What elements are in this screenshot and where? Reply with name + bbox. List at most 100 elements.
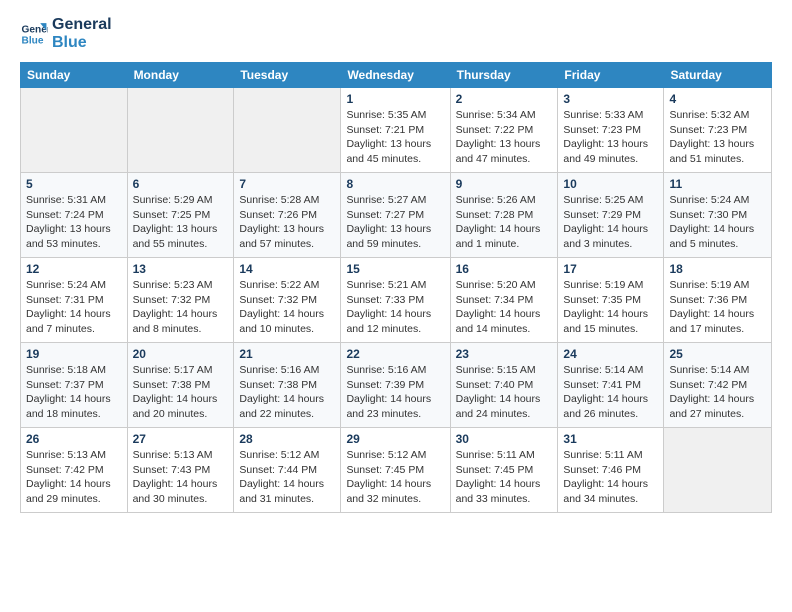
day-number: 15 (346, 262, 444, 276)
day-info: Sunrise: 5:16 AMSunset: 7:39 PMDaylight:… (346, 363, 444, 422)
day-cell: 6 Sunrise: 5:29 AMSunset: 7:25 PMDaylight… (127, 173, 234, 258)
day-cell: 7Sunrise: 5:28 AMSunset: 7:26 PMDaylight… (234, 173, 341, 258)
week-row-2: 5 Sunrise: 5:31 AMSunset: 7:24 PMDaylight… (21, 173, 772, 258)
logo-text-line2: Blue (52, 34, 112, 52)
day-info: Sunrise: 5:14 AMSunset: 7:42 PMDaylight:… (669, 363, 766, 422)
day-number: 17 (563, 262, 658, 276)
day-info: Sunrise: 5:18 AMSunset: 7:37 PMDaylight:… (26, 363, 122, 422)
day-number: 27 (133, 432, 229, 446)
day-cell (127, 88, 234, 173)
header: General Blue General Blue (20, 16, 772, 52)
day-cell: 4 Sunrise: 5:32 AMSunset: 7:23 PMDaylight… (664, 88, 772, 173)
day-number: 14 (239, 262, 335, 276)
day-cell: 12 Sunrise: 5:24 AMSunset: 7:31 PMDayligh… (21, 258, 128, 343)
week-row-3: 12 Sunrise: 5:24 AMSunset: 7:31 PMDayligh… (21, 258, 772, 343)
day-info: Sunrise: 5:34 AMSunset: 7:22 PMDaylight:… (456, 108, 553, 167)
day-number: 6 (133, 177, 229, 191)
day-cell: 27Sunrise: 5:13 AMSunset: 7:43 PMDayligh… (127, 428, 234, 513)
day-info: Sunrise: 5:24 AMSunset: 7:30 PMDaylight:… (669, 193, 766, 252)
day-cell: 2Sunrise: 5:34 AMSunset: 7:22 PMDaylight… (450, 88, 558, 173)
day-number: 4 (669, 92, 766, 106)
day-number: 8 (346, 177, 444, 191)
day-info: Sunrise: 5:23 AMSunset: 7:32 PMDaylight:… (133, 278, 229, 337)
day-cell: 21 Sunrise: 5:16 AMSunset: 7:38 PMDayligh… (234, 343, 341, 428)
day-number: 5 (26, 177, 122, 191)
day-info: Sunrise: 5:12 AMSunset: 7:44 PMDaylight:… (239, 448, 335, 507)
day-cell: 25 Sunrise: 5:14 AMSunset: 7:42 PMDayligh… (664, 343, 772, 428)
day-cell: 18 Sunrise: 5:19 AMSunset: 7:36 PMDayligh… (664, 258, 772, 343)
day-number: 21 (239, 347, 335, 361)
day-number: 19 (26, 347, 122, 361)
day-cell (21, 88, 128, 173)
day-cell: 13 Sunrise: 5:23 AMSunset: 7:32 PMDayligh… (127, 258, 234, 343)
day-info: Sunrise: 5:21 AMSunset: 7:33 PMDaylight:… (346, 278, 444, 337)
day-number: 18 (669, 262, 766, 276)
day-number: 12 (26, 262, 122, 276)
day-info: Sunrise: 5:12 AMSunset: 7:45 PMDaylight:… (346, 448, 444, 507)
day-cell: 30 Sunrise: 5:11 AMSunset: 7:45 PMDayligh… (450, 428, 558, 513)
day-number: 23 (456, 347, 553, 361)
day-number: 28 (239, 432, 335, 446)
day-number: 22 (346, 347, 444, 361)
day-cell: 5 Sunrise: 5:31 AMSunset: 7:24 PMDaylight… (21, 173, 128, 258)
day-number: 30 (456, 432, 553, 446)
day-info: Sunrise: 5:24 AMSunset: 7:31 PMDaylight:… (26, 278, 122, 337)
day-cell (234, 88, 341, 173)
day-cell: 28 Sunrise: 5:12 AMSunset: 7:44 PMDayligh… (234, 428, 341, 513)
day-info: Sunrise: 5:11 AMSunset: 7:45 PMDaylight:… (456, 448, 553, 507)
day-cell: 16Sunrise: 5:20 AMSunset: 7:34 PMDayligh… (450, 258, 558, 343)
day-cell: 1 Sunrise: 5:35 AMSunset: 7:21 PMDaylight… (341, 88, 450, 173)
day-cell: 8 Sunrise: 5:27 AMSunset: 7:27 PMDaylight… (341, 173, 450, 258)
day-number: 1 (346, 92, 444, 106)
day-info: Sunrise: 5:35 AMSunset: 7:21 PMDaylight:… (346, 108, 444, 167)
day-info: Sunrise: 5:25 AMSunset: 7:29 PMDaylight:… (563, 193, 658, 252)
day-info: Sunrise: 5:16 AMSunset: 7:38 PMDaylight:… (239, 363, 335, 422)
day-info: Sunrise: 5:27 AMSunset: 7:27 PMDaylight:… (346, 193, 444, 252)
day-number: 9 (456, 177, 553, 191)
day-number: 13 (133, 262, 229, 276)
day-number: 26 (26, 432, 122, 446)
day-cell: 15 Sunrise: 5:21 AMSunset: 7:33 PMDayligh… (341, 258, 450, 343)
day-cell: 24Sunrise: 5:14 AMSunset: 7:41 PMDayligh… (558, 343, 664, 428)
day-info: Sunrise: 5:22 AMSunset: 7:32 PMDaylight:… (239, 278, 335, 337)
day-cell: 9 Sunrise: 5:26 AMSunset: 7:28 PMDaylight… (450, 173, 558, 258)
day-cell: 23Sunrise: 5:15 AMSunset: 7:40 PMDayligh… (450, 343, 558, 428)
day-info: Sunrise: 5:31 AMSunset: 7:24 PMDaylight:… (26, 193, 122, 252)
day-info: Sunrise: 5:11 AMSunset: 7:46 PMDaylight:… (563, 448, 658, 507)
day-header-wednesday: Wednesday (341, 63, 450, 88)
day-number: 29 (346, 432, 444, 446)
day-number: 11 (669, 177, 766, 191)
day-cell: 11 Sunrise: 5:24 AMSunset: 7:30 PMDayligh… (664, 173, 772, 258)
day-cell: 3 Sunrise: 5:33 AMSunset: 7:23 PMDaylight… (558, 88, 664, 173)
logo-text-line1: General (52, 16, 112, 34)
days-header-row: SundayMondayTuesdayWednesdayThursdayFrid… (21, 63, 772, 88)
week-row-5: 26Sunrise: 5:13 AMSunset: 7:42 PMDayligh… (21, 428, 772, 513)
day-cell: 17 Sunrise: 5:19 AMSunset: 7:35 PMDayligh… (558, 258, 664, 343)
day-number: 3 (563, 92, 658, 106)
week-row-1: 1 Sunrise: 5:35 AMSunset: 7:21 PMDaylight… (21, 88, 772, 173)
day-cell: 29 Sunrise: 5:12 AMSunset: 7:45 PMDayligh… (341, 428, 450, 513)
day-header-sunday: Sunday (21, 63, 128, 88)
day-info: Sunrise: 5:26 AMSunset: 7:28 PMDaylight:… (456, 193, 553, 252)
day-number: 16 (456, 262, 553, 276)
day-cell: 14 Sunrise: 5:22 AMSunset: 7:32 PMDayligh… (234, 258, 341, 343)
day-cell (664, 428, 772, 513)
day-number: 20 (133, 347, 229, 361)
day-header-monday: Monday (127, 63, 234, 88)
day-info: Sunrise: 5:19 AMSunset: 7:36 PMDaylight:… (669, 278, 766, 337)
logo: General Blue General Blue (20, 16, 112, 52)
day-header-friday: Friday (558, 63, 664, 88)
day-info: Sunrise: 5:14 AMSunset: 7:41 PMDaylight:… (563, 363, 658, 422)
day-number: 31 (563, 432, 658, 446)
day-info: Sunrise: 5:28 AMSunset: 7:26 PMDaylight:… (239, 193, 335, 252)
day-info: Sunrise: 5:17 AMSunset: 7:38 PMDaylight:… (133, 363, 229, 422)
day-info: Sunrise: 5:32 AMSunset: 7:23 PMDaylight:… (669, 108, 766, 167)
day-number: 10 (563, 177, 658, 191)
day-header-thursday: Thursday (450, 63, 558, 88)
day-number: 25 (669, 347, 766, 361)
week-row-4: 19 Sunrise: 5:18 AMSunset: 7:37 PMDayligh… (21, 343, 772, 428)
day-info: Sunrise: 5:29 AMSunset: 7:25 PMDaylight:… (133, 193, 229, 252)
day-info: Sunrise: 5:19 AMSunset: 7:35 PMDaylight:… (563, 278, 658, 337)
day-info: Sunrise: 5:33 AMSunset: 7:23 PMDaylight:… (563, 108, 658, 167)
day-header-saturday: Saturday (664, 63, 772, 88)
